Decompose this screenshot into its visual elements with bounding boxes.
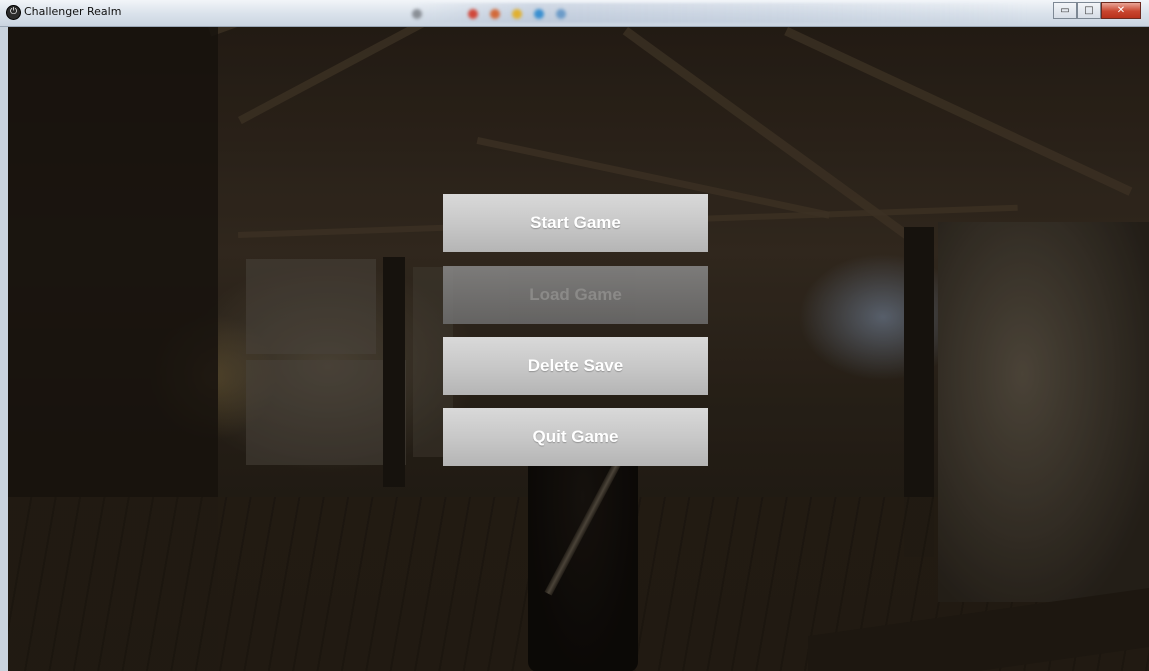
delete-save-button[interactable]: Delete Save [443, 337, 708, 395]
minimize-button[interactable]: ▭ [1053, 2, 1077, 19]
blurred-icon [412, 9, 422, 19]
window-controls: ▭ □ ✕ [1053, 2, 1141, 20]
title-bar[interactable]: ⏻ Challenger Realm ▭ □ ✕ [0, 0, 1149, 27]
blurred-icon [490, 9, 500, 19]
start-game-button[interactable]: Start Game [443, 194, 708, 252]
window-title: Challenger Realm [24, 5, 122, 18]
blurred-icon [556, 9, 566, 19]
blurred-icon [468, 9, 478, 19]
close-button[interactable]: ✕ [1101, 2, 1141, 19]
blurred-icon [534, 9, 544, 19]
quit-game-button[interactable]: Quit Game [443, 408, 708, 466]
game-window: ⏻ Challenger Realm ▭ □ ✕ Start Game Load… [0, 0, 1149, 671]
blurred-icon [512, 9, 522, 19]
blurred-taskbar-region [410, 3, 1030, 23]
maximize-button[interactable]: □ [1077, 2, 1101, 19]
power-icon[interactable]: ⏻ [6, 5, 21, 20]
load-game-button: Load Game [443, 266, 708, 324]
